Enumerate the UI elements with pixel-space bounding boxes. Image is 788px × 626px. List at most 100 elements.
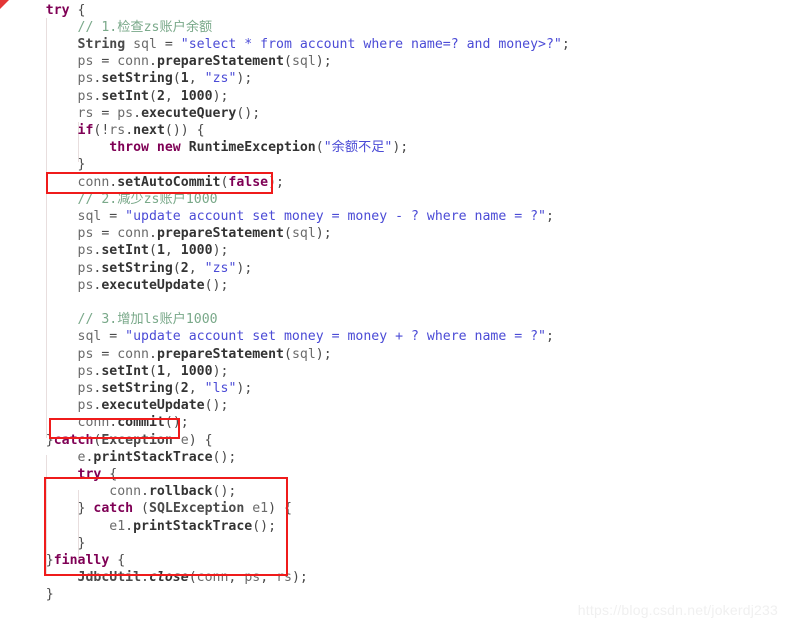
code-token-plain: ); (212, 243, 229, 259)
code-token-plain: ; (545, 329, 554, 345)
code-token-ident: sql (291, 54, 316, 70)
code-line[interactable]: } (0, 586, 788, 603)
code-line[interactable]: }finally { (0, 552, 788, 569)
code-line[interactable]: ps = conn.prepareStatement(sql); (0, 225, 788, 242)
code-token-plain: . (125, 122, 134, 138)
code-line[interactable]: String sql = "select * from account wher… (0, 36, 788, 53)
code-token-ident: ps (77, 226, 94, 242)
code-line[interactable]: conn.setAutoCommit(false); (0, 174, 788, 191)
code-line[interactable]: }catch(Exception e) { (0, 432, 788, 449)
code-token-cmtcn: 账户余额 (159, 19, 213, 35)
code-line[interactable]: e.printStackTrace(); (0, 449, 788, 466)
code-token-plain: ) { (188, 432, 213, 448)
code-line[interactable]: if(!rs.next()) { (0, 122, 788, 139)
code-token-plain: ); (392, 140, 409, 156)
code-token-plain: = (101, 329, 126, 345)
code-line[interactable]: sql = "update account set money = money … (0, 208, 788, 225)
code-token-method: setString (101, 260, 173, 276)
code-line[interactable]: e1.printStackTrace(); (0, 518, 788, 535)
code-token-plain: } (45, 432, 54, 448)
code-token-ident: ps (77, 88, 94, 104)
code-line[interactable]: throw new RuntimeException("余额不足"); (0, 139, 788, 156)
code-token-plain: ()) { (164, 122, 205, 138)
code-lines-container[interactable]: try {// 1.检查zs账户余额 String sql = "select *… (0, 0, 788, 626)
code-token-plain: ); (212, 88, 229, 104)
code-token-plain: , (164, 363, 181, 379)
code-token-method: commit (117, 415, 165, 431)
code-line[interactable]: ps = conn.prepareStatement(sql); (0, 346, 788, 363)
code-token-italicm: close (149, 570, 189, 586)
code-token-ident: conn (117, 54, 149, 70)
code-token-cmtcn: 账户 (159, 191, 186, 207)
code-line[interactable]: } catch (SQLException e1) { (0, 500, 788, 517)
code-token-str: "zs" (204, 260, 237, 276)
code-token-ident: rs (276, 570, 292, 586)
code-token-method: setString (101, 380, 173, 396)
code-token-plain: . (149, 226, 157, 242)
code-token-cmt: 1000 (185, 312, 218, 328)
code-line[interactable]: try { (0, 2, 788, 19)
code-token-num: 1000 (180, 243, 213, 259)
code-token-cmt: // 1. (77, 19, 118, 35)
code-token-strcn: "余额不足" (323, 140, 393, 156)
code-token-str: "select * from account where name=? and … (180, 36, 562, 52)
code-token-plain: , (164, 243, 181, 259)
code-token-plain: (); (204, 277, 229, 293)
code-token-cmt: zs (143, 191, 160, 207)
code-token-plain: ); (268, 174, 284, 190)
code-line[interactable]: // 1.检查zs账户余额 (0, 19, 788, 36)
watermark-text: https://blog.csdn.net/jokerdj233 (577, 602, 778, 618)
code-line[interactable]: // 3.增加ls账户1000 (0, 311, 788, 328)
code-token-ident: conn (77, 174, 110, 190)
code-line[interactable]: conn.commit(); (0, 414, 788, 431)
code-token-plain: . (149, 54, 157, 70)
code-token-plain: (); (212, 484, 237, 500)
code-line[interactable]: JdbcUtil.close(conn, ps, rs); (0, 569, 788, 586)
code-token-method: executeUpdate (101, 277, 205, 293)
code-line[interactable]: rs = ps.executeQuery(); (0, 105, 788, 122)
code-token-kw: if (77, 122, 94, 138)
code-token-ident: ps (77, 277, 94, 293)
code-token-type: Exception (101, 432, 173, 448)
code-editor-screenshot: try {// 1.检查zs账户余额 String sql = "select *… (0, 0, 788, 626)
code-line[interactable]: ps.setString(2, "ls"); (0, 380, 788, 397)
code-line[interactable]: ps.executeUpdate(); (0, 277, 788, 294)
code-line[interactable]: } (0, 535, 788, 552)
code-token-method: setString (101, 71, 173, 87)
code-token-plain: ); (212, 363, 229, 379)
code-line[interactable]: ps.setInt(1, 1000); (0, 363, 788, 380)
code-line[interactable]: ps.setInt(2, 1000); (0, 88, 788, 105)
code-token-plain: ( (172, 260, 181, 276)
code-token-plain: ( (284, 226, 292, 242)
code-line[interactable]: ps.setString(1, "zs"); (0, 70, 788, 87)
code-token-method: rollback (148, 484, 213, 500)
code-token-kw: try (77, 466, 102, 482)
code-line[interactable]: try { (0, 466, 788, 483)
code-token-num: 1000 (180, 363, 213, 379)
code-token-plain: ( (284, 346, 292, 362)
code-token-method: printStackTrace (133, 518, 253, 534)
code-token-method: executeQuery (141, 105, 237, 121)
code-token-plain: ( (172, 71, 181, 87)
code-line[interactable]: sql = "update account set money = money … (0, 328, 788, 345)
code-token-kw: new (156, 140, 181, 156)
code-token-ident: ps (77, 380, 94, 396)
code-line[interactable] (0, 294, 788, 311)
code-token-ident: ps (77, 398, 94, 414)
code-line[interactable]: ps.setString(2, "zs"); (0, 260, 788, 277)
code-token-ident: e1 (109, 518, 126, 534)
code-token-ident: e1 (252, 501, 269, 517)
code-line[interactable]: ps.setInt(1, 1000); (0, 242, 788, 259)
code-token-str: "update account set money = money - ? wh… (125, 208, 546, 224)
code-token-plain: , (188, 71, 205, 87)
code-token-plain: } (45, 552, 54, 568)
code-token-cmtcn: 检查 (117, 19, 144, 35)
code-line[interactable]: conn.rollback(); (0, 483, 788, 500)
code-line[interactable]: ps.executeUpdate(); (0, 397, 788, 414)
code-token-plain: ( (284, 54, 292, 70)
code-line[interactable]: // 2.减少zs账户1000 (0, 191, 788, 208)
code-line[interactable]: ps = conn.prepareStatement(sql); (0, 53, 788, 70)
code-line[interactable]: } (0, 156, 788, 173)
code-token-cmt: 1000 (185, 191, 218, 207)
